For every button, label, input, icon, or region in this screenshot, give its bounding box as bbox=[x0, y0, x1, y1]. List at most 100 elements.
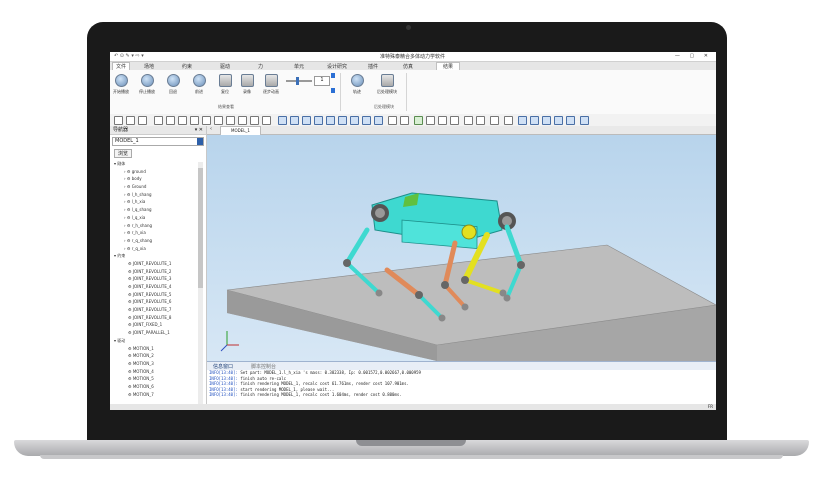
tree-item[interactable]: ⚙ MOTION_6 bbox=[110, 383, 200, 391]
slider-knob[interactable] bbox=[296, 77, 299, 85]
frame-icon[interactable] bbox=[202, 116, 211, 125]
menu-item-active[interactable]: 结果 bbox=[436, 62, 461, 70]
tree-group[interactable]: ▾ 刚体 bbox=[110, 160, 200, 168]
tree-item[interactable]: ⚙ JOINT_PARALLEL_1 bbox=[110, 329, 200, 337]
menu-item[interactable]: 约束 bbox=[182, 63, 192, 70]
shading-icon[interactable] bbox=[414, 116, 423, 125]
scale-icon[interactable] bbox=[388, 116, 397, 125]
tool-icon[interactable] bbox=[518, 116, 527, 125]
tree-item[interactable]: › ⚙ Ground bbox=[110, 183, 200, 191]
ruler-icon[interactable] bbox=[476, 116, 485, 125]
chevron-down-icon[interactable] bbox=[197, 138, 203, 145]
tree-item[interactable]: ⚙ JOINT_REVOLUTE_6 bbox=[110, 298, 200, 306]
record-button[interactable]: 录像 bbox=[236, 74, 258, 95]
grid-icon[interactable] bbox=[450, 116, 459, 125]
tree-item[interactable]: › ⚙ l_q_xia bbox=[110, 214, 200, 222]
menu-item[interactable]: 单元 bbox=[294, 63, 304, 70]
tree-item[interactable]: ⚙ MOTION_1 bbox=[110, 345, 200, 353]
tree-item[interactable]: › ⚙ r_q_xia bbox=[110, 245, 200, 253]
step-animation-button[interactable]: 逐步动画 bbox=[260, 74, 282, 95]
tree-item[interactable]: ⚙ JOINT_REVOLUTE_3 bbox=[110, 275, 200, 283]
crosshair-icon[interactable] bbox=[490, 116, 499, 125]
ruler-icon[interactable] bbox=[464, 116, 473, 125]
view-iso-icon[interactable] bbox=[362, 116, 371, 125]
menu-item[interactable]: 插件 bbox=[368, 63, 378, 70]
view-iso-icon[interactable] bbox=[374, 116, 383, 125]
tree-item[interactable]: › ⚙ ground bbox=[110, 168, 200, 176]
tree-group[interactable]: ▾ 约束 bbox=[110, 252, 200, 260]
gear-icon[interactable] bbox=[504, 116, 513, 125]
axis-icon[interactable] bbox=[226, 116, 235, 125]
tool-icon[interactable] bbox=[530, 116, 539, 125]
tree-item[interactable]: › ⚙ body bbox=[110, 175, 200, 183]
view-front-icon[interactable] bbox=[278, 116, 287, 125]
window-controls[interactable]: — ▢ ✕ bbox=[675, 53, 712, 59]
tree-item[interactable]: ⚙ MOTION_7 bbox=[110, 391, 200, 399]
tab-model[interactable]: MODEL_1 bbox=[220, 126, 261, 135]
model-select[interactable]: MODEL_1 bbox=[112, 137, 204, 146]
frame-spinbox[interactable]: 1 bbox=[314, 76, 330, 86]
new-file-icon[interactable] bbox=[114, 116, 123, 125]
tab-browse[interactable]: 浏览 bbox=[114, 149, 133, 158]
triangle-icon[interactable] bbox=[426, 116, 435, 125]
scrollbar-thumb[interactable] bbox=[198, 168, 203, 288]
tool-icon[interactable] bbox=[580, 116, 589, 125]
tab-info-window[interactable]: 信息窗口 bbox=[213, 363, 233, 370]
panel-controls[interactable]: ▾ ✕ bbox=[195, 126, 206, 134]
save-icon[interactable] bbox=[138, 116, 147, 125]
view-left-icon[interactable] bbox=[302, 116, 311, 125]
cursor-icon[interactable] bbox=[154, 116, 163, 125]
count-box-icon[interactable] bbox=[400, 116, 409, 125]
tool-icon[interactable] bbox=[554, 116, 563, 125]
tree-item[interactable]: ⚙ MOTION_5 bbox=[110, 375, 200, 383]
tree-item[interactable]: ⚙ JOINT_REVOLUTE_8 bbox=[110, 314, 200, 322]
view-back-icon[interactable] bbox=[290, 116, 299, 125]
tree-item[interactable]: ⚙ MOTION_3 bbox=[110, 360, 200, 368]
play-button[interactable]: 开始播放 bbox=[110, 74, 132, 95]
tool-icon[interactable] bbox=[566, 116, 575, 125]
zoom-icon[interactable] bbox=[262, 116, 271, 125]
tree-item[interactable]: ⚙ JOINT_REVOLUTE_4 bbox=[110, 283, 200, 291]
view-iso-icon[interactable] bbox=[350, 116, 359, 125]
frame-icon[interactable] bbox=[178, 116, 187, 125]
view-top-icon[interactable] bbox=[326, 116, 335, 125]
frame-slider[interactable] bbox=[286, 77, 312, 85]
select-icon[interactable] bbox=[166, 116, 175, 125]
open-file-icon[interactable] bbox=[126, 116, 135, 125]
tree-item[interactable]: › ⚙ l_h_shang bbox=[110, 191, 200, 199]
postprocess-button[interactable]: 后处理模块 bbox=[372, 74, 402, 95]
view-bottom-icon[interactable] bbox=[338, 116, 347, 125]
tree-item[interactable]: ⚙ JOINT_REVOLUTE_5 bbox=[110, 291, 200, 299]
menu-item[interactable]: 设计研究 bbox=[327, 63, 347, 70]
frame-icon[interactable] bbox=[214, 116, 223, 125]
menu-item[interactable]: 驱动 bbox=[220, 63, 230, 70]
view-right-icon[interactable] bbox=[314, 116, 323, 125]
triangle-icon[interactable] bbox=[438, 116, 447, 125]
tree-item[interactable]: › ⚙ l_h_xia bbox=[110, 198, 200, 206]
reset-button[interactable]: 复位 bbox=[214, 74, 236, 95]
tree-group[interactable]: ▾ 驱动 bbox=[110, 337, 200, 345]
back-icon[interactable]: ‹ bbox=[210, 126, 212, 132]
tree-item[interactable]: ⚙ MOTION_2 bbox=[110, 352, 200, 360]
stop-button[interactable]: 停止播放 bbox=[136, 74, 158, 95]
tab-script-console[interactable]: 脚本控制台 bbox=[251, 363, 276, 370]
3d-viewport[interactable] bbox=[207, 135, 716, 361]
tree-item[interactable]: ⚙ JOINT_REVOLUTE_2 bbox=[110, 268, 200, 276]
frame-icon[interactable] bbox=[190, 116, 199, 125]
menu-item[interactable]: 力 bbox=[258, 63, 263, 70]
tree-item[interactable]: › ⚙ r_h_shang bbox=[110, 222, 200, 230]
tree-item[interactable]: › ⚙ r_q_shang bbox=[110, 237, 200, 245]
menu-item[interactable]: 仿真 bbox=[403, 63, 413, 70]
pan-icon[interactable] bbox=[250, 116, 259, 125]
menu-item[interactable]: 场地 bbox=[144, 63, 154, 70]
tree-item[interactable]: ⚙ JOINT_REVOLUTE_7 bbox=[110, 306, 200, 314]
forward-button[interactable]: 前进 bbox=[188, 74, 210, 95]
tree-item[interactable]: › ⚙ r_h_xia bbox=[110, 229, 200, 237]
tree-item[interactable]: ⚙ JOINT_FIXED_1 bbox=[110, 321, 200, 329]
tree-item[interactable]: ⚙ MOTION_4 bbox=[110, 368, 200, 376]
tree-item[interactable]: › ⚙ l_q_shang bbox=[110, 206, 200, 214]
tool-icon[interactable] bbox=[542, 116, 551, 125]
tree-item[interactable]: ⚙ JOINT_REVOLUTE_1 bbox=[110, 260, 200, 268]
quick-access-toolbar[interactable]: ↶ ⊙ ✎ ▾ ⇨ ▾ bbox=[114, 53, 144, 59]
trajectory-button[interactable]: 轨迹 bbox=[346, 74, 368, 95]
